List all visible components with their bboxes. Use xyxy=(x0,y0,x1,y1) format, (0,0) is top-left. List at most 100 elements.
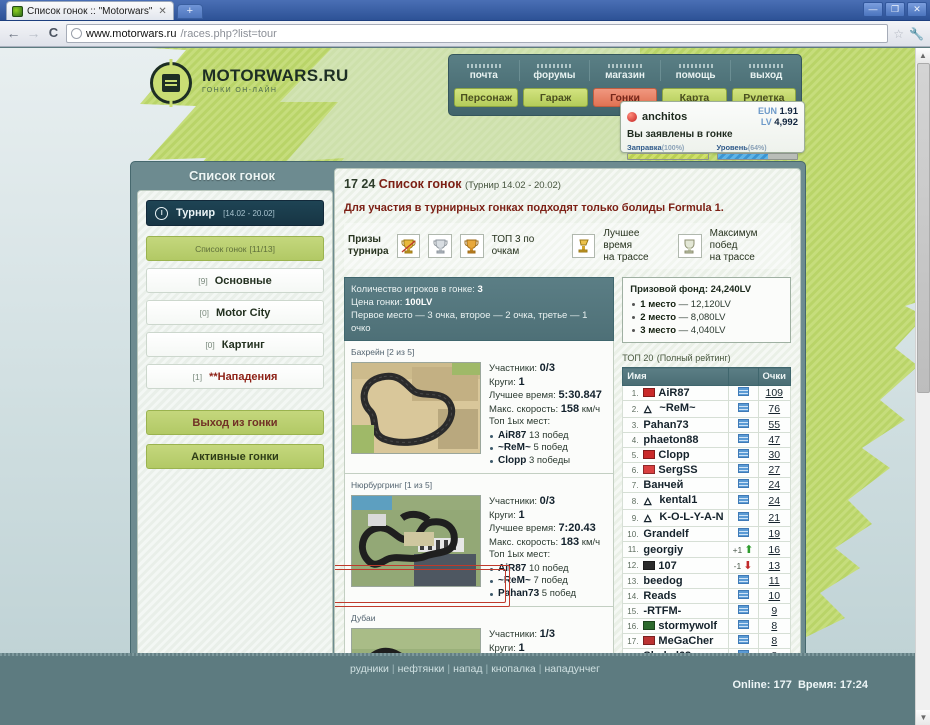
scroll-up-arrow-icon[interactable]: ▲ xyxy=(916,48,930,63)
table-row[interactable]: 17. MeGaCher 8 xyxy=(622,633,791,649)
rank-action-cell[interactable]: -1 ⬇ xyxy=(727,557,759,574)
rank-player-cell[interactable]: Pahan73 xyxy=(639,417,729,433)
rank-player-cell[interactable]: -RTFM- xyxy=(639,603,729,619)
player-name[interactable]: 107 xyxy=(658,560,676,572)
minimize-button[interactable]: — xyxy=(863,2,883,17)
player-name[interactable]: Clopp xyxy=(658,449,689,461)
trophy-bronze-icon[interactable] xyxy=(459,234,484,258)
nav-top-форумы[interactable]: форумы xyxy=(520,59,591,81)
track-card[interactable]: Бахрейн [2 из 5] Участники: 0/3 Круги: 1 Л… xyxy=(344,341,615,474)
rank-action-cell[interactable] xyxy=(727,509,759,527)
player-name[interactable]: ~ReM~ xyxy=(659,402,695,414)
rank-player-cell[interactable]: phaeton88 xyxy=(639,432,729,448)
user-name[interactable]: anchitos xyxy=(642,111,687,123)
player-name[interactable]: beedog xyxy=(643,575,682,587)
nav-top-почта[interactable]: почта xyxy=(449,59,520,81)
trophy-gold-icon[interactable] xyxy=(396,234,421,258)
rank-player-cell[interactable]: Ванчей xyxy=(639,477,729,493)
top-place-name[interactable]: AiR87 xyxy=(498,430,526,441)
rank-player-cell[interactable]: stormywolf xyxy=(639,618,729,634)
table-row[interactable]: 11. georgiy +1 ⬆ 16 xyxy=(622,541,791,558)
sidebar-item-основные[interactable]: [9] Основные xyxy=(146,268,324,293)
footer-link[interactable]: нефтянки xyxy=(398,663,445,675)
sidebar-item-картинг[interactable]: [0] Картинг xyxy=(146,332,324,357)
table-row[interactable]: 8. 🜂 kental1 24 xyxy=(622,492,791,510)
rank-player-cell[interactable]: SergSS xyxy=(639,462,729,478)
nav-top-помощь[interactable]: помощь xyxy=(661,59,732,81)
sidebar-item--нападения[interactable]: [1] **Нападения xyxy=(146,364,324,389)
rank-action-cell[interactable] xyxy=(727,588,759,604)
message-icon[interactable] xyxy=(737,620,749,629)
rank-action-cell[interactable] xyxy=(727,526,759,542)
maximize-button[interactable]: ❐ xyxy=(885,2,905,17)
footer-link[interactable]: кнопалка xyxy=(491,663,536,675)
rank-action-cell[interactable] xyxy=(727,603,759,619)
table-row[interactable]: 1. AiR87 109 xyxy=(622,385,791,401)
player-name[interactable]: Grandelf xyxy=(643,528,688,540)
player-name[interactable]: kental1 xyxy=(659,494,697,506)
tab-close-icon[interactable]: ✕ xyxy=(156,6,166,17)
sidebar-item-races-list[interactable]: Список гонок [11/13] xyxy=(146,236,324,261)
rank-action-cell[interactable] xyxy=(727,492,759,510)
player-name[interactable]: Reads xyxy=(643,590,676,602)
rank-player-cell[interactable]: georgiy xyxy=(639,541,729,558)
footer-link[interactable]: нападунчег xyxy=(544,663,599,675)
player-name[interactable]: stormywolf xyxy=(658,620,717,632)
page-info-icon[interactable] xyxy=(71,28,82,39)
table-row[interactable]: 5. Clopp 30 xyxy=(622,447,791,463)
message-icon[interactable] xyxy=(737,590,749,599)
player-name[interactable]: georgiy xyxy=(643,544,683,556)
rank-player-cell[interactable]: AiR87 xyxy=(639,385,729,401)
rank-action-cell[interactable] xyxy=(727,573,759,589)
player-name[interactable]: AiR87 xyxy=(658,387,689,399)
wrench-menu-icon[interactable]: 🔧 xyxy=(909,27,924,41)
message-icon[interactable] xyxy=(737,495,749,504)
exit-race-button[interactable]: Выход из гонки xyxy=(146,410,324,435)
rank-action-cell[interactable] xyxy=(727,432,759,448)
message-icon[interactable] xyxy=(737,403,749,412)
top-place-name[interactable]: ~ReM~ xyxy=(498,442,531,453)
table-row[interactable]: 3. Pahan73 55 xyxy=(622,417,791,433)
player-name[interactable]: MeGaCher xyxy=(658,635,713,647)
top-place-name[interactable]: Clopp xyxy=(498,455,526,466)
message-icon[interactable] xyxy=(737,419,749,428)
scrollbar-thumb[interactable] xyxy=(917,63,930,393)
message-icon[interactable] xyxy=(737,512,749,521)
rank-action-cell[interactable] xyxy=(727,417,759,433)
message-icon[interactable] xyxy=(737,449,749,458)
rank-player-cell[interactable]: beedog xyxy=(639,573,729,589)
site-logo[interactable]: MOTORWARS.RU ГОНКИ ОН-ЛАЙН xyxy=(130,48,348,116)
table-row[interactable]: 2. 🜂 ~ReM~ 76 xyxy=(622,400,791,418)
reload-icon[interactable]: C xyxy=(46,26,61,41)
rank-player-cell[interactable]: 🜂 K-O-L-Y-A-N xyxy=(639,509,729,527)
rank-action-cell[interactable] xyxy=(727,385,759,401)
table-row[interactable]: 13. beedog 11 xyxy=(622,573,791,589)
message-icon[interactable] xyxy=(737,605,749,614)
table-row[interactable]: 4. phaeton88 47 xyxy=(622,432,791,448)
page-scrollbar[interactable]: ▲ ▼ xyxy=(915,48,930,725)
message-icon[interactable] xyxy=(737,434,749,443)
table-row[interactable]: 15. -RTFM- 9 xyxy=(622,603,791,619)
nav-button-Персонаж[interactable]: Персонаж xyxy=(454,88,519,107)
player-name[interactable]: -RTFM- xyxy=(643,605,681,617)
table-row[interactable]: 7. Ванчей 24 xyxy=(622,477,791,493)
message-icon[interactable] xyxy=(737,464,749,473)
sidebar-item-motor-city[interactable]: [0] Motor City xyxy=(146,300,324,325)
new-tab-button[interactable]: + xyxy=(176,4,203,19)
rank-action-cell[interactable] xyxy=(727,618,759,634)
footer-link[interactable]: рудники xyxy=(350,663,389,675)
forward-icon[interactable]: → xyxy=(26,26,41,41)
table-row[interactable]: 12. 107 -1 ⬇ 13 xyxy=(622,557,791,574)
table-row[interactable]: 16. stormywolf 8 xyxy=(622,618,791,634)
table-row[interactable]: 9. 🜂 K-O-L-Y-A-N 21 xyxy=(622,509,791,527)
message-icon[interactable] xyxy=(737,635,749,644)
rank-action-cell[interactable] xyxy=(727,462,759,478)
rank-player-cell[interactable]: 🜂 kental1 xyxy=(639,492,729,510)
trophy-besttime-icon[interactable] xyxy=(571,234,596,258)
track-map-image[interactable] xyxy=(351,362,481,454)
top20-subtitle[interactable]: (Полный рейтинг) xyxy=(657,353,731,363)
address-bar[interactable]: www.motorwars.ru/races.php?list=tour xyxy=(66,24,889,43)
back-icon[interactable]: ← xyxy=(6,26,21,41)
browser-tab[interactable]: Список гонок :: "Motorwars" ✕ xyxy=(6,1,174,20)
rank-action-cell[interactable] xyxy=(727,477,759,493)
